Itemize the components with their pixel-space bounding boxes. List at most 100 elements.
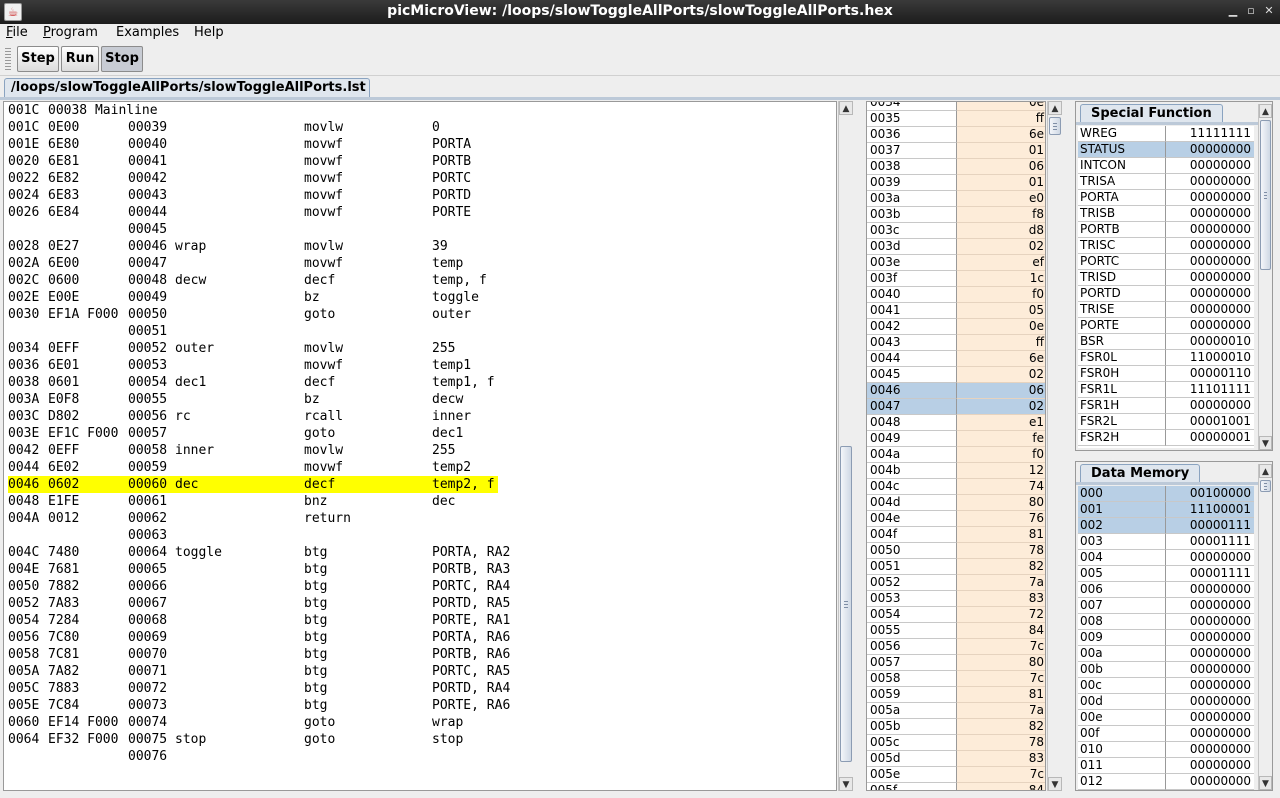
program-value-cell[interactable]: 01: [957, 143, 1045, 159]
program-memory-row[interactable]: 0046 06: [867, 383, 1045, 399]
program-value-cell[interactable]: 02: [957, 239, 1045, 255]
register-value-cell[interactable]: 00000110: [1166, 366, 1254, 382]
listing-pane[interactable]: 001C 00038 Mainline 001C 0E00 00039 movlw 0 001…: [3, 101, 837, 791]
tab-data-memory[interactable]: Data Memory: [1080, 464, 1201, 483]
register-row[interactable]: FSR2L 00001001: [1078, 414, 1254, 430]
scroll-down-arrow-icon[interactable]: ▼: [1048, 777, 1062, 791]
register-value-cell[interactable]: 00000000: [1166, 710, 1254, 726]
program-value-cell[interactable]: ef: [957, 255, 1045, 271]
register-row[interactable]: FSR1L 11101111: [1078, 382, 1254, 398]
program-memory-row[interactable]: 0037 01: [867, 143, 1045, 159]
scroll-down-arrow-icon[interactable]: ▼: [839, 777, 853, 791]
register-row[interactable]: 005 00001111: [1078, 566, 1254, 582]
program-memory-row[interactable]: 0036 6e: [867, 127, 1045, 143]
register-row[interactable]: 007 00000000: [1078, 598, 1254, 614]
register-value-cell[interactable]: 00000000: [1166, 582, 1254, 598]
register-value-cell[interactable]: 00000000: [1166, 302, 1254, 318]
program-value-cell[interactable]: 84: [957, 623, 1045, 639]
program-memory-row[interactable]: 0058 7c: [867, 671, 1045, 687]
register-row[interactable]: 002 00000111: [1078, 518, 1254, 534]
toolbar-grip[interactable]: [5, 48, 11, 72]
register-value-cell[interactable]: 00000000: [1166, 222, 1254, 238]
program-memory-row[interactable]: 0038 06: [867, 159, 1045, 175]
register-value-cell[interactable]: 00000000: [1166, 286, 1254, 302]
register-value-cell[interactable]: 11100001: [1166, 502, 1254, 518]
register-row[interactable]: 010 00000000: [1078, 742, 1254, 758]
register-row[interactable]: TRISD 00000000: [1078, 270, 1254, 286]
program-memory-row[interactable]: 003f 1c: [867, 271, 1045, 287]
program-value-cell[interactable]: 12: [957, 463, 1045, 479]
program-memory-row[interactable]: 005f 84: [867, 783, 1045, 790]
program-value-cell[interactable]: ff: [957, 335, 1045, 351]
program-memory-row[interactable]: 0045 02: [867, 367, 1045, 383]
program-memory-scrollbar[interactable]: ▲ ▼: [1047, 101, 1062, 791]
register-row[interactable]: 00a 00000000: [1078, 646, 1254, 662]
register-row[interactable]: 011 00000000: [1078, 758, 1254, 774]
program-memory-row[interactable]: 005c 78: [867, 735, 1045, 751]
program-value-cell[interactable]: e1: [957, 415, 1045, 431]
program-memory-row[interactable]: 004c 74: [867, 479, 1045, 495]
data-memory-scrollbar[interactable]: ▲ ▼: [1258, 464, 1272, 790]
program-memory-row[interactable]: 004a f0: [867, 447, 1045, 463]
register-value-cell[interactable]: 00000000: [1166, 646, 1254, 662]
program-memory-row[interactable]: 005b 82: [867, 719, 1045, 735]
program-memory-row[interactable]: 004b 12: [867, 463, 1045, 479]
tab-listing-file[interactable]: /loops/slowToggleAllPorts/slowToggleAllP…: [4, 78, 370, 98]
register-value-cell[interactable]: 00000001: [1166, 430, 1254, 446]
scroll-up-arrow-icon[interactable]: ▲: [839, 101, 853, 115]
special-function-scrollbar[interactable]: ▲ ▼: [1258, 104, 1272, 450]
register-row[interactable]: FSR1H 00000000: [1078, 398, 1254, 414]
register-row[interactable]: INTCON 00000000: [1078, 158, 1254, 174]
register-row[interactable]: 00c 00000000: [1078, 678, 1254, 694]
program-memory-scroll-thumb[interactable]: [1049, 117, 1061, 135]
program-value-cell[interactable]: f0: [957, 447, 1045, 463]
register-row[interactable]: 00f 00000000: [1078, 726, 1254, 742]
register-value-cell[interactable]: 00000000: [1166, 694, 1254, 710]
program-memory-row[interactable]: 0059 81: [867, 687, 1045, 703]
stop-button[interactable]: Stop: [101, 46, 143, 72]
program-memory-row[interactable]: 0057 80: [867, 655, 1045, 671]
data-memory-table[interactable]: 000 00100000 001 11100001 002 00000111 003 0000…: [1078, 486, 1254, 790]
program-memory-row[interactable]: 0035 ff: [867, 111, 1045, 127]
minimize-icon[interactable]: ▁: [1226, 4, 1240, 18]
run-button[interactable]: Run: [61, 46, 99, 72]
register-row[interactable]: 009 00000000: [1078, 630, 1254, 646]
register-row[interactable]: FSR0L 11000010: [1078, 350, 1254, 366]
program-value-cell[interactable]: 81: [957, 527, 1045, 543]
menu-examples[interactable]: Examples: [116, 25, 179, 40]
register-value-cell[interactable]: 00000000: [1166, 742, 1254, 758]
register-value-cell[interactable]: 00001001: [1166, 414, 1254, 430]
register-row[interactable]: 00d 00000000: [1078, 694, 1254, 710]
register-row[interactable]: 00b 00000000: [1078, 662, 1254, 678]
scroll-up-arrow-icon[interactable]: ▲: [1259, 104, 1272, 118]
special-function-scroll-thumb[interactable]: [1260, 120, 1271, 270]
program-value-cell[interactable]: 78: [957, 543, 1045, 559]
register-row[interactable]: 000 00100000: [1078, 486, 1254, 502]
program-memory-row[interactable]: 0056 7c: [867, 639, 1045, 655]
register-row[interactable]: 006 00000000: [1078, 582, 1254, 598]
program-value-cell[interactable]: d8: [957, 223, 1045, 239]
program-value-cell[interactable]: 01: [957, 175, 1045, 191]
register-value-cell[interactable]: 00001111: [1166, 534, 1254, 550]
program-value-cell[interactable]: ff: [957, 111, 1045, 127]
register-value-cell[interactable]: 00001111: [1166, 566, 1254, 582]
menu-file[interactable]: File: [6, 25, 28, 40]
program-memory-row[interactable]: 003c d8: [867, 223, 1045, 239]
register-value-cell[interactable]: 00000000: [1166, 142, 1254, 158]
register-value-cell[interactable]: 00000000: [1166, 318, 1254, 334]
register-value-cell[interactable]: 00000000: [1166, 206, 1254, 222]
program-value-cell[interactable]: 1c: [957, 271, 1045, 287]
program-value-cell[interactable]: 72: [957, 607, 1045, 623]
program-value-cell[interactable]: 7c: [957, 767, 1045, 783]
program-value-cell[interactable]: 7a: [957, 575, 1045, 591]
program-value-cell[interactable]: fe: [957, 431, 1045, 447]
register-row[interactable]: 008 00000000: [1078, 614, 1254, 630]
scroll-up-arrow-icon[interactable]: ▲: [1259, 464, 1272, 478]
register-value-cell[interactable]: 00000000: [1166, 758, 1254, 774]
special-function-table[interactable]: WREG 11111111 STATUS 00000000 INTCON 00000000…: [1078, 126, 1254, 448]
scroll-up-arrow-icon[interactable]: ▲: [1048, 101, 1062, 115]
register-value-cell[interactable]: 00000000: [1166, 630, 1254, 646]
register-row[interactable]: TRISA 00000000: [1078, 174, 1254, 190]
program-memory-row[interactable]: 004d 80: [867, 495, 1045, 511]
register-value-cell[interactable]: 00000000: [1166, 270, 1254, 286]
